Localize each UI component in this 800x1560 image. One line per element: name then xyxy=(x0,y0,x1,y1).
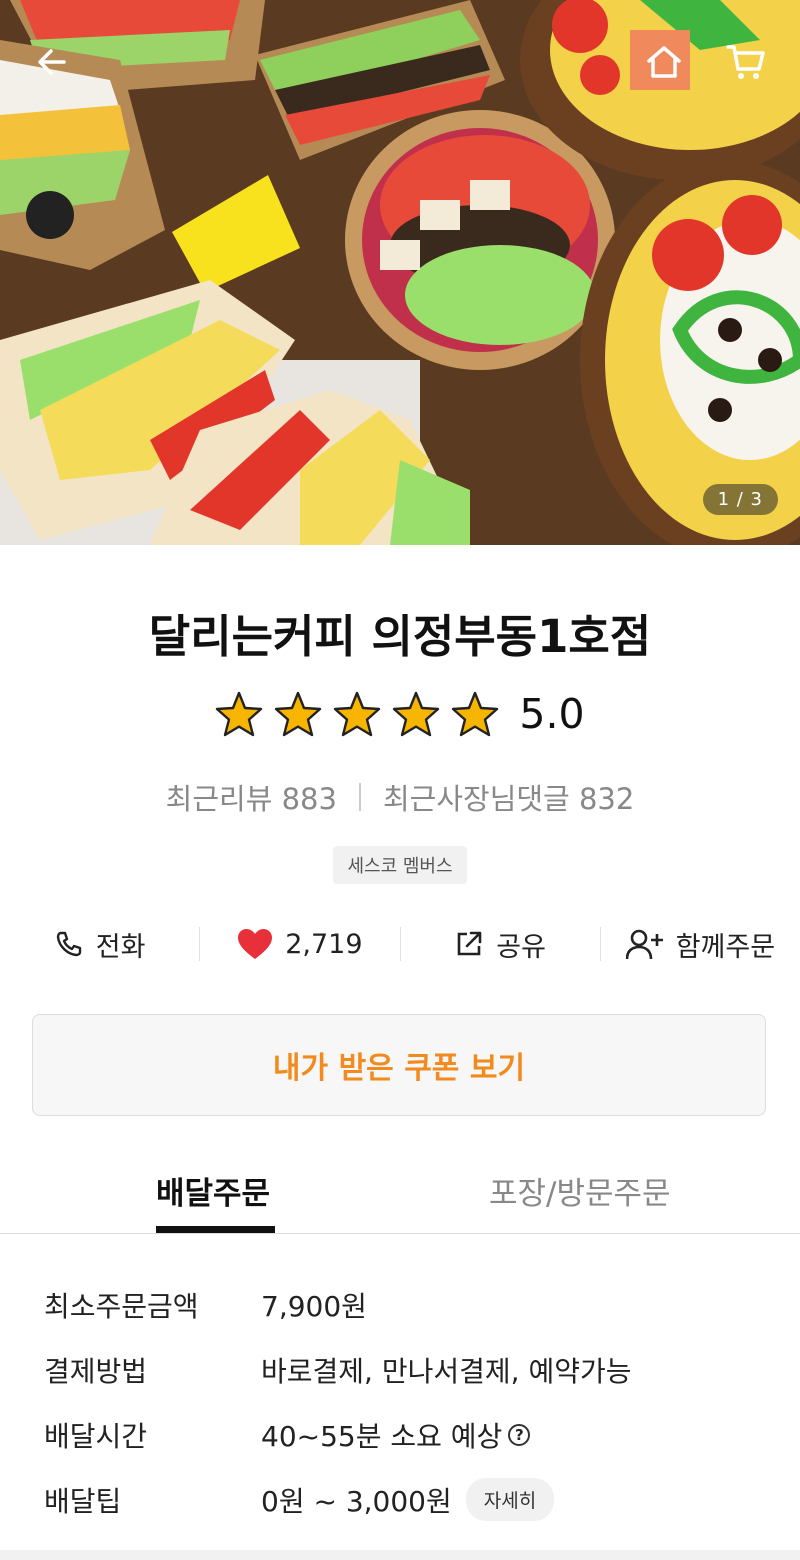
info-row-delivery-tip: 배달팁 0원 ~ 3,000원 자세히 xyxy=(44,1467,764,1532)
info-value-wrap: 0원 ~ 3,000원 자세히 xyxy=(261,1478,555,1521)
info-key: 결제방법 xyxy=(44,1354,148,1388)
info-value: 0원 ~ 3,000원 xyxy=(261,1484,452,1518)
store-order-info: 최소주문금액 7,900원 결제방법 바로결제, 만나서결제, 예약가능 배달시… xyxy=(44,1272,764,1532)
group-order-button[interactable]: 함께주문 xyxy=(601,925,800,964)
info-key: 배달팁 xyxy=(44,1484,122,1518)
cesco-badge: 세스코 멤버스 xyxy=(333,846,467,884)
carousel-pager: 1 / 3 xyxy=(702,484,778,515)
divider xyxy=(358,783,361,811)
home-icon xyxy=(647,46,681,78)
rating-score: 5.0 xyxy=(519,690,585,738)
store-actions: 전화 2,719 공유 함께주문 xyxy=(0,922,800,966)
store-photo-carousel[interactable]: 1 / 3 xyxy=(0,0,800,545)
star-icon xyxy=(216,691,263,737)
group-order-label: 함께주문 xyxy=(675,931,776,963)
info-value-wrap: 40~55분 소요 예상 ? xyxy=(261,1415,531,1455)
star-icon xyxy=(393,691,440,737)
info-value: 바로결제, 만나서결제, 예약가능 xyxy=(261,1354,632,1388)
share-icon xyxy=(457,931,482,956)
tab-delivery[interactable]: 배달주문 xyxy=(156,1168,270,1213)
section-divider xyxy=(0,1550,800,1560)
like-button[interactable]: 2,719 xyxy=(200,928,399,960)
order-type-tabs: 배달주문 포장/방문주문 xyxy=(0,1160,800,1234)
star-icon xyxy=(275,691,322,737)
recent-reviews-link[interactable]: 최근리뷰 883 xyxy=(166,776,337,818)
store-name: 달리는커피 의정부동1호점 xyxy=(148,610,652,663)
likes-count: 2,719 xyxy=(285,928,363,960)
call-button[interactable]: 전화 xyxy=(0,925,199,964)
star-icon xyxy=(334,691,381,737)
call-label: 전화 xyxy=(95,931,146,963)
active-tab-indicator xyxy=(156,1226,275,1233)
back-button[interactable] xyxy=(28,38,76,86)
home-button[interactable] xyxy=(640,38,688,86)
add-user-icon xyxy=(625,929,663,960)
info-value: 7,900원 xyxy=(261,1289,367,1323)
info-value: 40~55분 소요 예상 xyxy=(261,1419,503,1453)
my-coupons-button[interactable]: 내가 받은 쿠폰 보기 xyxy=(32,1014,766,1116)
phone-icon xyxy=(56,931,81,957)
help-icon[interactable]: ? xyxy=(508,1423,531,1446)
cart-button[interactable] xyxy=(722,38,770,86)
info-row-delivery-time: 배달시간 40~55분 소요 예상 ? xyxy=(44,1402,764,1467)
info-key: 배달시간 xyxy=(44,1419,148,1453)
share-label: 공유 xyxy=(496,931,546,963)
info-row-min-order: 최소주문금액 7,900원 xyxy=(44,1272,764,1337)
store-rating: 5.0 xyxy=(0,690,800,738)
rating-stars xyxy=(215,691,499,737)
back-arrow-icon xyxy=(38,49,66,75)
cart-icon xyxy=(726,45,765,79)
tip-detail-button[interactable]: 자세히 xyxy=(465,1478,555,1521)
info-key: 최소주문금액 xyxy=(44,1289,199,1323)
info-row-payment: 결제방법 바로결제, 만나서결제, 예약가능 xyxy=(44,1337,764,1402)
heart-icon xyxy=(238,929,273,959)
tab-pickup[interactable]: 포장/방문주문 xyxy=(489,1168,671,1213)
share-button[interactable]: 공유 xyxy=(401,925,600,964)
star-icon xyxy=(452,691,499,737)
review-counts: 최근리뷰 883 최근사장님댓글 832 xyxy=(0,776,800,818)
owner-replies-link[interactable]: 최근사장님댓글 832 xyxy=(383,776,634,818)
